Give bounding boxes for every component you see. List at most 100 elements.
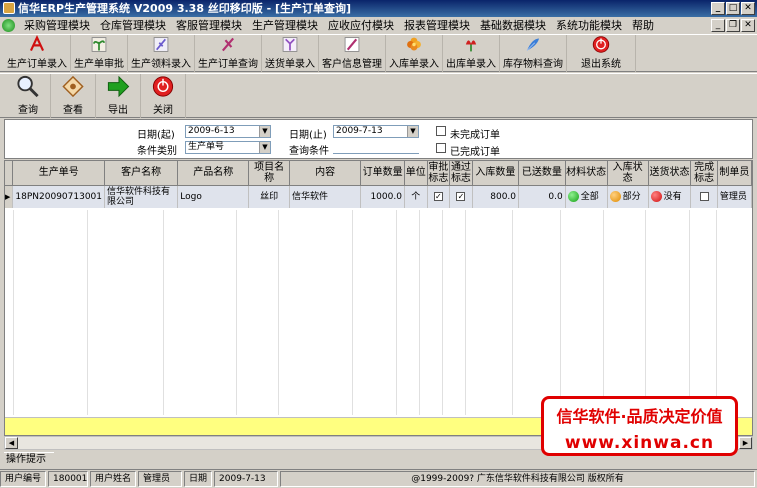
col-header[interactable]: 入库状态 [607,161,649,186]
view-icon [62,75,84,98]
condition-input[interactable] [333,141,419,154]
col-header[interactable]: 项目名称 [248,161,290,186]
unfinished-checkbox[interactable] [436,126,446,136]
app-logo-icon [3,2,15,14]
user-no-value: 180001 [48,471,89,487]
maximize-button[interactable]: □ [726,2,740,15]
col-header[interactable]: 通过标志 [449,161,473,186]
completed-checkbox[interactable] [699,191,709,201]
menu-customer-service[interactable]: 客服管理模块 [171,17,247,34]
date-end-picker[interactable]: 2009-7-13 ▼ [333,125,419,138]
close-form-button[interactable]: 关闭 [141,74,186,118]
stock-in-entry-button[interactable]: 入库单录入 [386,35,443,72]
cell-passed[interactable]: ✓ [449,185,473,208]
col-header[interactable]: 材料状态 [565,161,608,186]
cell-creator[interactable]: 管理员 [717,185,752,208]
col-header[interactable]: 订单数量 [360,161,405,186]
cell-product[interactable]: Logo [177,185,250,208]
lily-icon [282,37,298,52]
approved-checkbox[interactable]: ✓ [433,191,443,201]
cell-in-qty[interactable]: 800.0 [472,185,520,208]
user-name-value: 管理员 [138,471,183,487]
col-header[interactable]: 单位 [404,161,428,186]
stock-out-entry-button[interactable]: 出库单录入 [443,35,500,72]
col-header[interactable]: 客户名称 [104,161,179,186]
magnifier-icon [17,75,39,98]
col-header[interactable]: 送货状态 [648,161,692,186]
customer-info-button[interactable]: 客户信息管理 [319,35,386,72]
arrow-right-icon [107,75,130,98]
module-toolbar: 生产订单录入 生产单审批 生产领料录入 生产订单查询 送货单录入 客户信息管理 … [0,34,757,72]
cell-customer[interactable]: 信华软件科技有限公司 [104,185,179,208]
cell-unit[interactable]: 个 [404,185,428,208]
view-button[interactable]: 查看 [51,74,96,118]
mdi-restore-button[interactable]: ❐ [726,19,740,32]
table-header-row: 生产单号 客户名称 产品名称 项目名称 内容 订单数量 单位 审批标志 通过标志… [5,161,752,186]
cell-content[interactable]: 信华软件 [289,185,362,208]
status-red-icon [650,191,662,203]
mdi-close-button[interactable]: ✕ [741,19,755,32]
menu-base-data[interactable]: 基础数据模块 [475,17,551,34]
exit-system-button[interactable]: 退出系统 [567,35,636,72]
grid-column-line [645,210,646,415]
col-header[interactable]: 生产单号 [12,161,106,186]
cell-order-no[interactable]: 18PN20090713001 [12,185,106,208]
cell-material-status[interactable]: 全部 [565,185,608,208]
status-orange-icon [609,191,621,203]
col-header[interactable]: 入库数量 [472,161,520,186]
menu-receivables[interactable]: 应收应付模块 [323,17,399,34]
passed-checkbox[interactable]: ✓ [456,191,466,201]
menu-help[interactable]: 帮助 [627,17,659,34]
close-button[interactable]: ✕ [741,2,755,15]
pen-paper-icon [344,37,360,52]
delivery-entry-button[interactable]: 送货单录入 [262,35,319,72]
menu-production[interactable]: 生产管理模块 [247,17,323,34]
export-button[interactable]: 导出 [96,74,141,118]
mdi-app-icon[interactable] [2,19,15,32]
cell-completed[interactable] [690,185,718,208]
cell-delivery-status[interactable]: 没有 [648,185,692,208]
watermark-slogan: 信华软件·品质决定价值 [556,407,723,426]
menu-warehouse[interactable]: 仓库管理模块 [95,17,171,34]
cell-sent-qty[interactable]: 0.0 [518,185,566,208]
table-row[interactable]: ▶ 18PN20090713001 信华软件科技有限公司 Logo 丝印 信华软… [5,185,752,208]
col-header[interactable]: 制单员 [717,161,752,186]
order-entry-button[interactable]: 生产订单录入 [4,35,71,72]
col-header[interactable]: 审批标志 [427,161,451,186]
user-name-label: 用户姓名 [90,471,137,487]
category-select[interactable]: 生产单号 ▼ [185,141,271,154]
inventory-query-button[interactable]: 库存物料查询 [500,35,567,72]
scroll-right-icon[interactable]: ▶ [739,437,752,449]
filter-panel: 日期(起) 2009-6-13 ▼ 日期(止) 2009-7-13 ▼ 未完成订… [4,119,753,159]
col-header[interactable]: 完成标志 [690,161,718,186]
cell-approved[interactable]: ✓ [427,185,451,208]
finished-checkbox[interactable] [436,143,446,153]
operation-hint-tab[interactable]: 操作提示 [4,452,54,466]
order-approval-button[interactable]: 生产单审批 [71,35,128,72]
cell-project[interactable]: 丝印 [248,185,290,208]
quill-icon [526,38,540,51]
mdi-minimize-button[interactable]: _ [711,19,725,32]
date-start-picker[interactable]: 2009-6-13 ▼ [185,125,271,138]
row-selector-icon[interactable]: ▶ [5,185,14,208]
feather-icon [153,37,169,52]
cell-qty[interactable]: 1000.0 [360,185,405,208]
query-button[interactable]: 查询 [6,74,51,118]
col-header[interactable]: 已送数量 [518,161,566,186]
status-green-icon [567,191,579,203]
material-entry-button[interactable]: 生产领料录入 [128,35,195,72]
menu-system[interactable]: 系统功能模块 [551,17,627,34]
menu-purchase[interactable]: 采购管理模块 [19,17,95,34]
row-indicator-header [5,161,14,186]
scroll-left-icon[interactable]: ◀ [5,437,18,449]
minimize-button[interactable]: _ [711,2,725,15]
col-header[interactable]: 内容 [289,161,362,186]
rose-icon [465,40,477,52]
order-query-button[interactable]: 生产订单查询 [195,35,262,72]
grid-column-line [13,210,14,415]
col-header[interactable]: 产品名称 [177,161,250,186]
cell-stock-status[interactable]: 部分 [607,185,649,208]
plant-icon [91,37,107,52]
menu-reports[interactable]: 报表管理模块 [399,17,475,34]
finished-label: 已完成订单 [450,147,500,158]
